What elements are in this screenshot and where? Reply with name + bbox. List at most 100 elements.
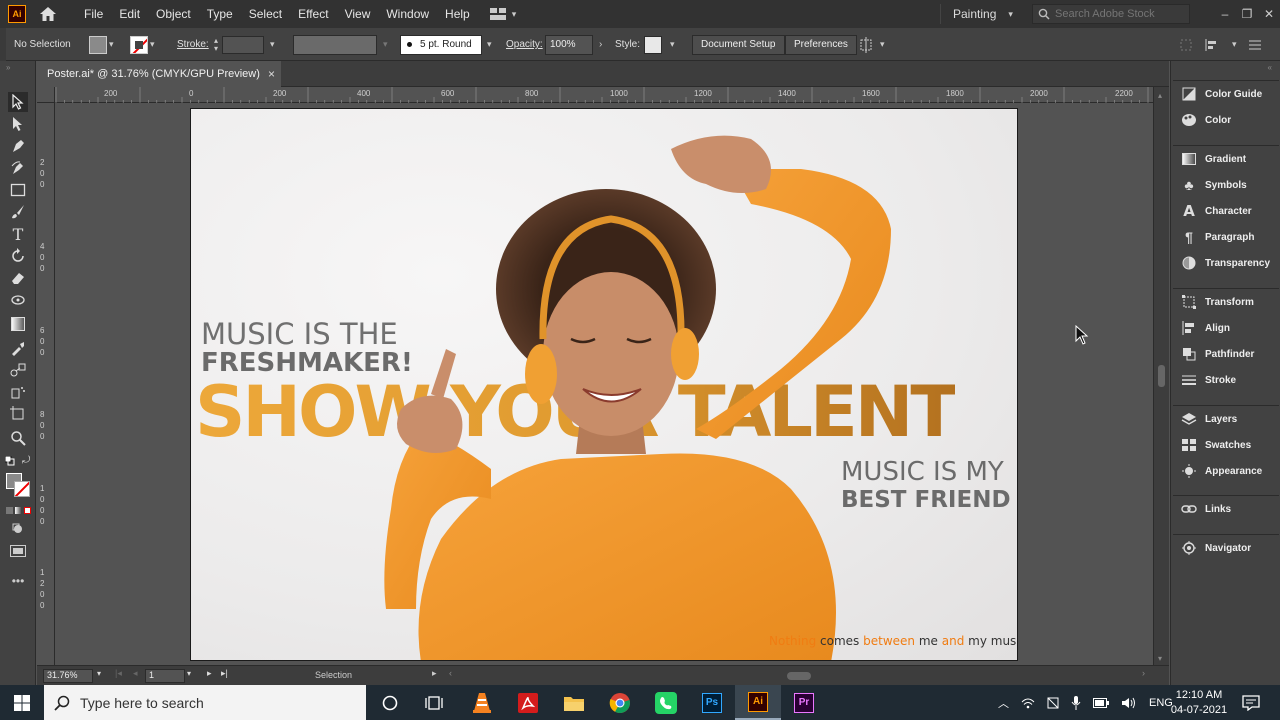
curvature-tool-icon[interactable] (8, 158, 28, 178)
edit-toolbar-icon[interactable]: ••• (8, 571, 28, 591)
first-artboard-icon[interactable]: |◂ (115, 668, 122, 679)
show-hidden-icons-icon[interactable]: ︿ (998, 695, 1009, 711)
collapse-toolbar-icon[interactable]: » (6, 63, 10, 72)
location-icon[interactable] (1047, 697, 1059, 709)
taskbar-search-box[interactable]: Type here to search (44, 685, 366, 720)
panel-navigator[interactable]: Navigator (1173, 535, 1279, 561)
scroll-thumb[interactable] (787, 672, 811, 680)
panel-gradient[interactable]: Gradient (1173, 146, 1279, 172)
horizontal-ruler[interactable]: 200 0 200 400 600 800 1000 1200 1400 160… (55, 87, 1153, 103)
screen-mode-icon[interactable] (8, 541, 28, 561)
taskbar-vlc[interactable] (459, 685, 505, 720)
opacity-label[interactable]: Opacity: (506, 28, 543, 61)
panel-color-guide[interactable]: Color Guide (1173, 81, 1279, 107)
blend-tool-icon[interactable] (8, 360, 28, 380)
isolate-icon[interactable] (1180, 39, 1192, 51)
chevron-down-icon[interactable]: ▾ (880, 39, 885, 50)
taskbar-premiere[interactable]: Pr (781, 685, 827, 720)
arrange-documents-button[interactable]: ▾ (489, 8, 516, 20)
taskbar-phone-app[interactable] (643, 685, 689, 720)
align-icon[interactable] (1204, 38, 1218, 52)
vertical-scrollbar[interactable]: ▴ ▾ (1153, 87, 1169, 665)
panel-stroke[interactable]: Stroke (1173, 367, 1279, 393)
chevron-down-icon[interactable]: ▾ (270, 39, 275, 50)
direct-selection-tool-icon[interactable] (8, 114, 28, 134)
opacity-control[interactable]: 100% › (545, 28, 602, 61)
zoom-tool-icon[interactable] (8, 428, 28, 448)
workspace-switcher[interactable]: Painting ▾ (940, 4, 1013, 24)
collapse-panels-icon[interactable]: « (1268, 63, 1272, 72)
panel-pathfinder[interactable]: Pathfinder (1173, 341, 1279, 367)
microphone-icon[interactable] (1071, 695, 1081, 710)
stroke-swatch-control[interactable]: ▾ (130, 28, 155, 61)
panel-links[interactable]: Links (1173, 496, 1279, 522)
panel-character[interactable]: A Character (1173, 198, 1279, 224)
fill-swatch-control[interactable]: ▾ (89, 28, 114, 61)
document-tab[interactable]: Poster.ai* @ 31.76% (CMYK/GPU Preview) × (37, 61, 281, 87)
brush-definition[interactable]: 5 pt. Round ▾ (400, 28, 492, 61)
battery-icon[interactable] (1093, 697, 1109, 708)
chevron-down-icon[interactable]: ▾ (383, 39, 388, 50)
stroke-swatch[interactable] (130, 35, 148, 54)
panel-layers[interactable]: Layers (1173, 406, 1279, 432)
stroke-weight[interactable]: ▴ ▾ ▾ (214, 28, 275, 61)
menu-object[interactable]: Object (148, 7, 199, 21)
taskbar-photoshop[interactable]: Ps (689, 685, 735, 720)
menu-file[interactable]: File (76, 7, 111, 21)
scroll-right-icon[interactable]: › (1142, 668, 1145, 678)
close-window-icon[interactable]: ✕ (1258, 7, 1280, 21)
taskbar-illustrator[interactable]: Ai (735, 685, 781, 720)
fill-swatch[interactable] (89, 35, 107, 54)
scroll-thumb[interactable] (1158, 365, 1165, 387)
gradient-mode-icon[interactable] (15, 507, 22, 514)
panel-appearance[interactable]: Appearance (1173, 458, 1279, 484)
home-icon[interactable] (38, 4, 58, 24)
panel-color[interactable]: Color (1173, 107, 1279, 133)
taskbar-chrome[interactable] (597, 685, 643, 720)
selection-tool-icon[interactable] (8, 92, 28, 112)
chevron-down-icon[interactable]: ▾ (487, 39, 492, 50)
menu-view[interactable]: View (337, 7, 379, 21)
task-view-button[interactable] (411, 685, 457, 720)
clock[interactable]: 12:10 AM 04-07-2021 (1170, 685, 1228, 720)
prev-artboard-icon[interactable]: ◂ (133, 668, 138, 679)
network-icon[interactable] (1021, 697, 1035, 709)
scroll-left-icon[interactable]: ‹ (449, 668, 452, 678)
notifications-button[interactable] (1236, 685, 1266, 720)
stepper-icon[interactable]: ▴ ▾ (214, 36, 218, 53)
transform-control[interactable]: ▾ (858, 28, 885, 61)
menu-window[interactable]: Window (378, 7, 437, 21)
close-tab-icon[interactable]: × (268, 67, 275, 81)
pen-tool-icon[interactable] (8, 136, 28, 156)
minimize-icon[interactable]: – (1214, 7, 1236, 21)
gradient-tool-icon[interactable] (8, 314, 28, 334)
horizontal-scrollbar[interactable]: ‹ › (447, 668, 1147, 683)
panel-menu-icon[interactable] (1248, 40, 1261, 50)
document-setup-button[interactable]: Document Setup (692, 34, 785, 55)
none-mode-icon[interactable] (24, 507, 31, 514)
color-mode-icon[interactable] (6, 507, 13, 514)
rectangle-tool-icon[interactable] (8, 180, 28, 200)
preferences-button[interactable]: Preferences (785, 34, 857, 55)
vertical-ruler[interactable]: 2 0 0 4 0 0 6 0 0 8 0 0 1 0 0 0 1 2 0 0 (37, 103, 55, 665)
artboard-tool-icon[interactable] (8, 404, 28, 424)
paintbrush-tool-icon[interactable] (8, 202, 28, 222)
control-bar-grip[interactable] (0, 28, 6, 61)
chevron-down-icon[interactable]: ▾ (109, 39, 114, 50)
chevron-down-icon[interactable]: ▾ (1232, 39, 1237, 50)
opacity-input[interactable]: 100% (545, 34, 593, 55)
menu-type[interactable]: Type (199, 7, 241, 21)
type-tool-icon[interactable]: T (8, 224, 28, 244)
rotate-tool-icon[interactable] (8, 246, 28, 266)
status-menu-icon[interactable]: ▸ (432, 668, 437, 679)
stroke-label[interactable]: Stroke: (177, 28, 209, 61)
panel-transform[interactable]: Transform (1173, 289, 1279, 315)
chevron-right-icon[interactable]: › (599, 39, 602, 50)
width-profile-field[interactable] (293, 34, 377, 55)
chevron-down-icon[interactable]: ▾ (187, 669, 191, 678)
poster-text-music-is-my[interactable]: MUSIC IS MY (841, 457, 1004, 487)
chevron-down-icon[interactable]: ▾ (150, 39, 155, 50)
eraser-tool-icon[interactable] (8, 268, 28, 288)
taskbar-acrobat[interactable] (505, 685, 551, 720)
stroke-color-swatch[interactable] (14, 481, 30, 497)
